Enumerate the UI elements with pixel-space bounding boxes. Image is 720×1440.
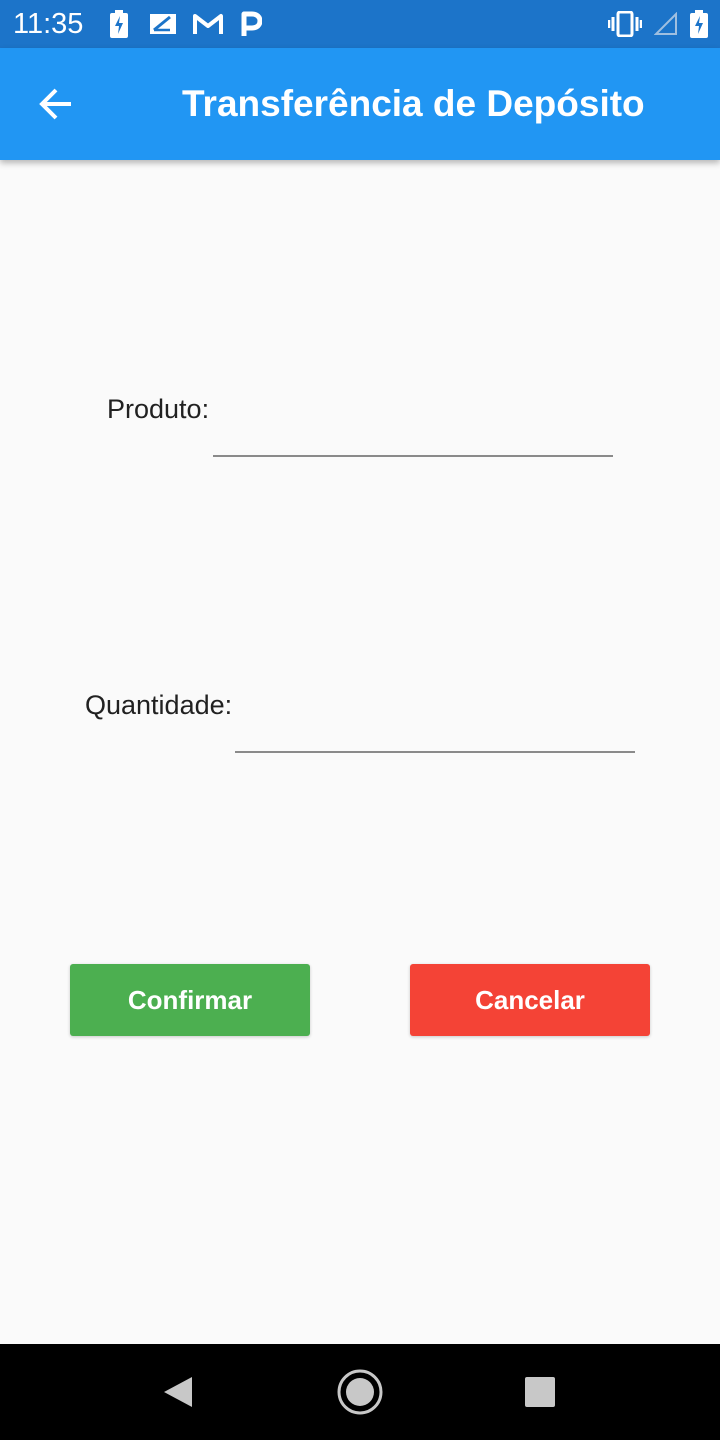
signal-icon <box>654 12 677 35</box>
quantidade-label: Quantidade: <box>85 690 233 720</box>
battery-charging-icon <box>110 10 128 38</box>
quantidade-input[interactable] <box>235 709 635 753</box>
cancel-button[interactable]: Cancelar <box>410 964 650 1036</box>
produto-input[interactable] <box>213 413 613 457</box>
page-title: Transferência de Depósito <box>182 83 645 124</box>
status-time: 11:35 <box>13 8 84 40</box>
nav-back-button[interactable] <box>154 1368 202 1416</box>
circle-home-icon <box>337 1369 383 1415</box>
parking-icon <box>241 11 262 36</box>
confirm-button[interactable]: Confirmar <box>70 964 310 1036</box>
navigation-bar <box>0 1344 720 1440</box>
square-recents-icon <box>525 1377 555 1407</box>
app-bar: Transferência de Depósito <box>0 48 720 160</box>
arrow-left-icon <box>39 88 71 120</box>
nav-home-button[interactable] <box>336 1368 384 1416</box>
vibrate-icon <box>608 11 642 37</box>
gmail-icon <box>193 14 223 34</box>
status-bar: 11:35 <box>0 0 720 48</box>
nav-recents-button[interactable] <box>516 1368 564 1416</box>
back-button[interactable] <box>24 72 88 136</box>
triangle-back-icon <box>164 1377 192 1407</box>
sim-card-icon <box>150 14 176 34</box>
produto-label: Produto: <box>107 394 210 424</box>
battery-charging-icon <box>690 10 708 38</box>
